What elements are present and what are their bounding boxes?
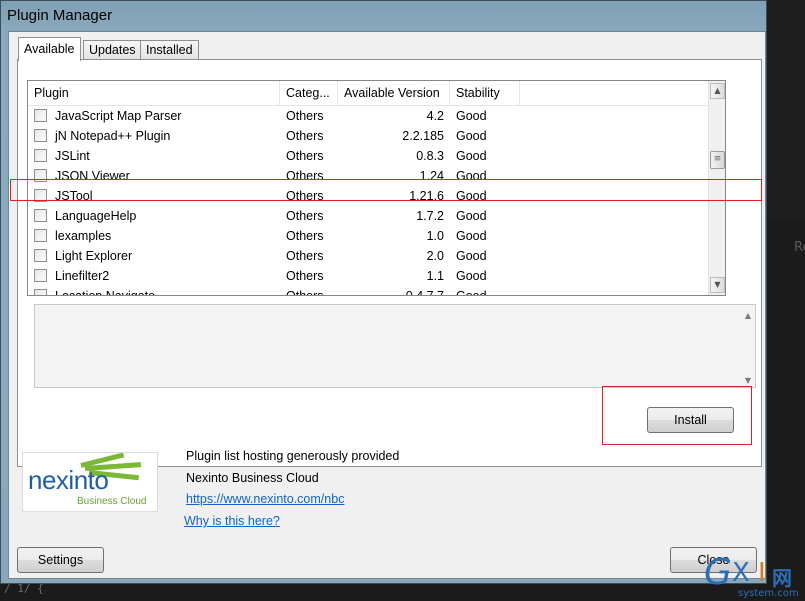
plugin-stability: Good: [456, 129, 487, 143]
plugin-version: 0.8.3: [416, 149, 444, 163]
plugin-row[interactable]: JSON Viewer Others 1.24 Good: [28, 166, 725, 186]
dialog-client: Available Updates Installed Plugin Categ…: [8, 31, 766, 579]
plugin-stability: Good: [456, 109, 487, 123]
column-header-stability[interactable]: Stability: [450, 81, 520, 105]
tab-available[interactable]: Available: [18, 37, 81, 61]
plugin-category: Others: [286, 129, 324, 143]
plugin-stability: Good: [456, 269, 487, 283]
plugin-name: JSON Viewer: [55, 169, 130, 183]
plugin-version: 2.0: [426, 249, 444, 263]
plugin-checkbox[interactable]: [34, 249, 47, 262]
plugin-category: Others: [286, 169, 324, 183]
plugin-row[interactable]: lexamples Others 1.0 Good: [28, 226, 725, 246]
plugin-list[interactable]: Plugin Categ... Available Version Stabil…: [27, 80, 726, 296]
plugin-name: Location Navigate: [55, 289, 156, 296]
plugin-version: 1.1: [426, 269, 444, 283]
logo-word: nexinto: [28, 465, 109, 495]
sponsor-name: Nexinto Business Cloud: [186, 471, 319, 485]
plugin-row[interactable]: JSTool Others 1.21.6 Good: [28, 186, 725, 206]
plugin-checkbox[interactable]: [34, 289, 47, 295]
plugin-checkbox[interactable]: [34, 269, 47, 282]
plugin-version: 0.4.7.7: [405, 289, 444, 296]
plugin-checkbox[interactable]: [34, 189, 47, 202]
list-scrollbar[interactable]: ▲ ≡ ▼: [708, 81, 725, 295]
watermark-net: 网: [772, 566, 792, 590]
list-header: Plugin Categ... Available Version Stabil…: [28, 81, 725, 106]
plugin-checkbox[interactable]: [34, 109, 47, 122]
plugin-stability: Good: [456, 149, 487, 163]
plugin-category: Others: [286, 289, 324, 296]
plugin-checkbox[interactable]: [34, 169, 47, 182]
plugin-name: LanguageHelp: [55, 209, 137, 223]
background-editor: Re: [762, 218, 805, 601]
plugin-stability: Good: [456, 289, 487, 296]
plugin-version: 2.2.185: [402, 129, 444, 143]
watermark-x: X: [732, 558, 750, 588]
scroll-up-icon[interactable]: ▲: [710, 83, 725, 99]
watermark-domain: system.com: [738, 588, 799, 599]
plugin-name: JSLint: [55, 149, 90, 163]
background-editor-bottom: / 1/ {: [0, 582, 805, 601]
site-watermark: G X I 网 system.com: [700, 552, 805, 601]
plugin-version: 1.21.6: [409, 189, 444, 203]
plugin-name: Light Explorer: [55, 249, 133, 263]
sponsor-line: Plugin list hosting generously provided: [186, 449, 400, 463]
plugin-stability: Good: [456, 249, 487, 263]
plugin-version: 1.24: [419, 169, 444, 183]
plugin-manager-window: Plugin Manager Available Updates Install…: [0, 0, 767, 584]
plugin-name: jN Notepad++ Plugin: [55, 129, 171, 143]
column-header-plugin[interactable]: Plugin: [28, 81, 280, 105]
nexinto-logo: nexinto Business Cloud: [22, 452, 158, 512]
sponsor-url-link[interactable]: https://www.nexinto.com/nbc: [186, 492, 344, 506]
plugin-checkbox[interactable]: [34, 229, 47, 242]
plugin-row[interactable]: jN Notepad++ Plugin Others 2.2.185 Good: [28, 126, 725, 146]
plugin-name: Linefilter2: [55, 269, 110, 283]
plugin-stability: Good: [456, 209, 487, 223]
plugin-checkbox[interactable]: [34, 129, 47, 142]
plugin-version: 4.2: [426, 109, 444, 123]
plugin-category: Others: [286, 229, 324, 243]
plugin-row[interactable]: JSLint Others 0.8.3 Good: [28, 146, 725, 166]
plugin-row[interactable]: JavaScript Map Parser Others 4.2 Good: [28, 106, 725, 126]
editor-text-fragment: Re: [794, 240, 805, 255]
scroll-thumb[interactable]: ≡: [710, 151, 725, 169]
watermark-i: I: [758, 558, 766, 588]
scroll-down-icon[interactable]: ▼: [710, 277, 725, 293]
plugin-version: 1.0: [426, 229, 444, 243]
plugin-stability: Good: [456, 189, 487, 203]
plugin-category: Others: [286, 269, 324, 283]
plugin-name: lexamples: [55, 229, 112, 243]
plugin-row[interactable]: LanguageHelp Others 1.7.2 Good: [28, 206, 725, 226]
why-is-this-here-link[interactable]: Why is this here?: [184, 514, 280, 528]
column-header-category[interactable]: Categ...: [280, 81, 338, 105]
plugin-category: Others: [286, 209, 324, 223]
settings-button[interactable]: Settings: [17, 547, 104, 573]
desc-scroll-down-icon[interactable]: ▼: [745, 376, 751, 385]
plugin-row[interactable]: Light Explorer Others 2.0 Good: [28, 246, 725, 266]
plugin-category: Others: [286, 109, 324, 123]
plugin-category: Others: [286, 189, 324, 203]
install-button[interactable]: Install: [647, 407, 734, 433]
plugin-category: Others: [286, 249, 324, 263]
plugin-checkbox[interactable]: [34, 209, 47, 222]
tab-updates[interactable]: Updates: [83, 40, 142, 60]
plugin-stability: Good: [456, 169, 487, 183]
column-header-version[interactable]: Available Version: [338, 81, 450, 105]
window-title: Plugin Manager: [7, 7, 113, 24]
plugin-version: 1.7.2: [416, 209, 444, 223]
logo-subtitle: Business Cloud: [77, 496, 147, 507]
plugin-name: JSTool: [55, 189, 93, 203]
plugin-row[interactable]: Location Navigate Others 0.4.7.7 Good: [28, 286, 725, 296]
plugin-category: Others: [286, 149, 324, 163]
desc-scroll-up-icon[interactable]: ▲: [745, 311, 751, 320]
plugin-description-box[interactable]: ▲ ▼: [34, 304, 756, 388]
plugin-name: JavaScript Map Parser: [55, 109, 182, 123]
plugin-stability: Good: [456, 229, 487, 243]
watermark-g: G: [704, 552, 732, 593]
tab-installed[interactable]: Installed: [140, 40, 199, 60]
plugin-row[interactable]: Linefilter2 Others 1.1 Good: [28, 266, 725, 286]
plugin-checkbox[interactable]: [34, 149, 47, 162]
